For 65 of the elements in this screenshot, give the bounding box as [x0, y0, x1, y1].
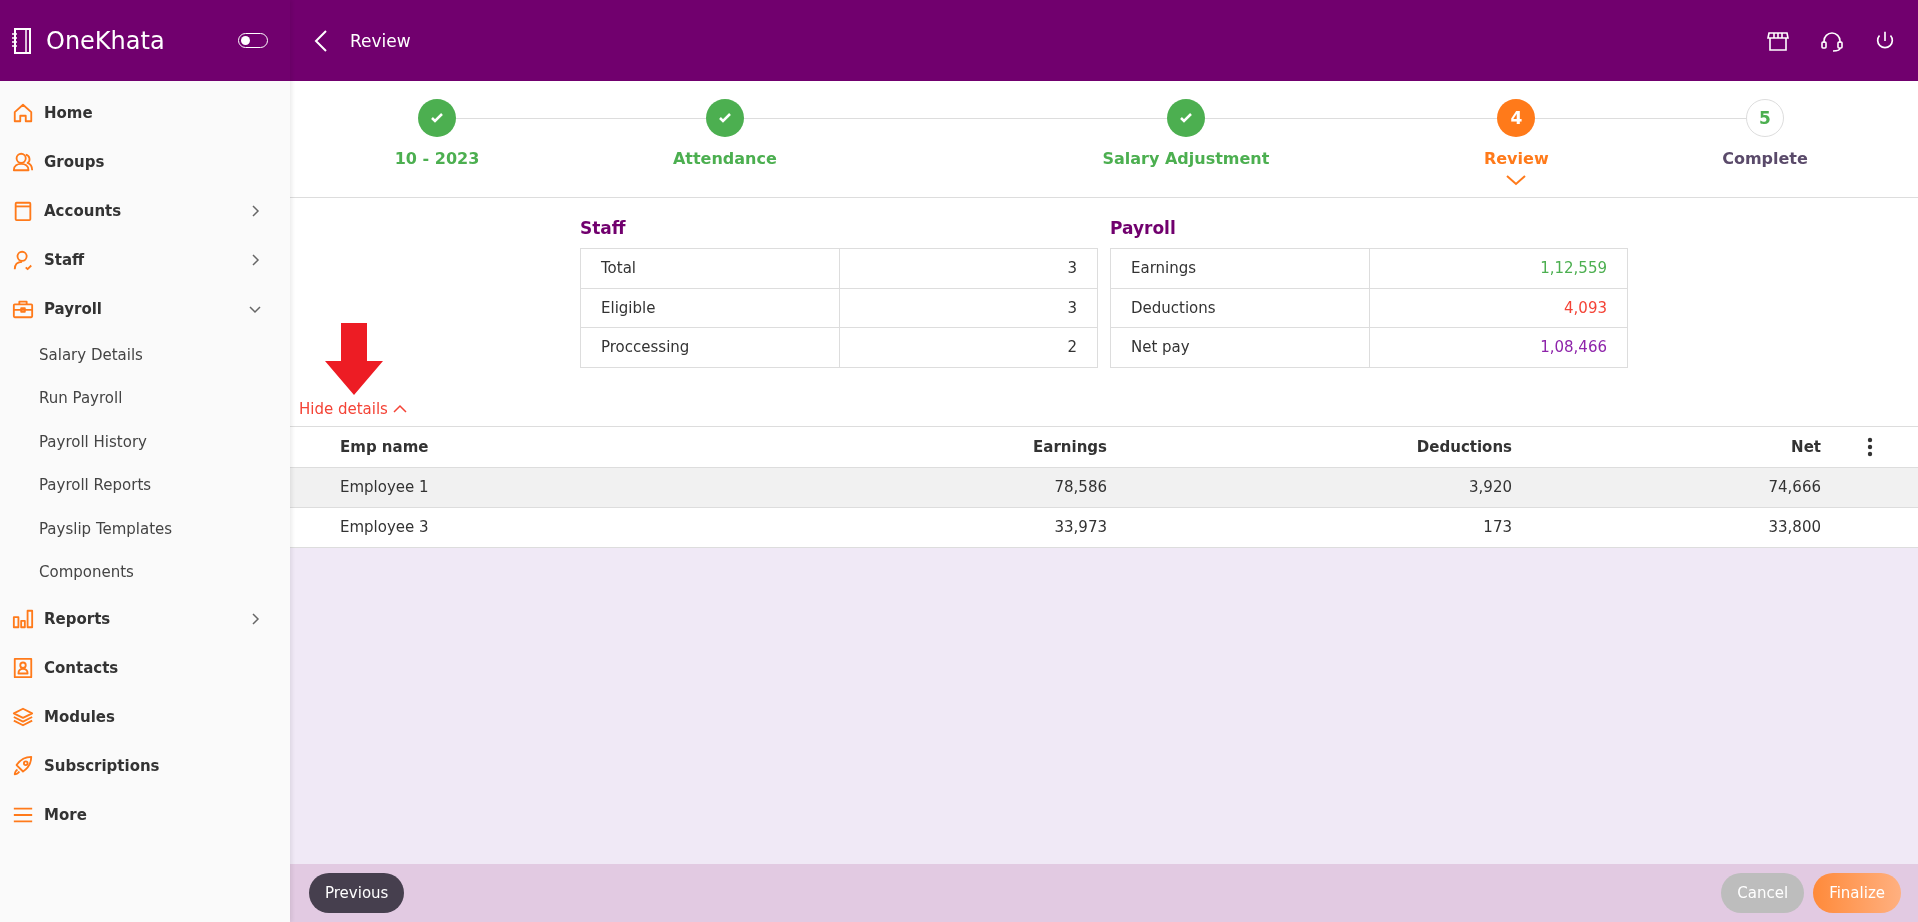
contact-card-icon [12, 656, 34, 679]
sidebar-item[interactable]: Accounts [0, 186, 290, 235]
table-cell-text: Earnings [1130, 258, 1198, 280]
sidebar-subitem[interactable]: Payslip Templates [0, 507, 290, 551]
chevron-up-icon [392, 403, 407, 414]
sidebar-item[interactable]: Subscriptions [0, 741, 290, 790]
sidebar-subitem[interactable]: Salary Details [0, 333, 290, 377]
table-cell: 4,093 [1369, 288, 1627, 328]
summary-title: Payroll [1110, 218, 1177, 240]
people-icon [12, 150, 34, 173]
person-check-icon [12, 248, 34, 271]
rocket-icon [12, 754, 34, 777]
table-cell-text: Eligible [600, 297, 657, 319]
column-header: Net [1790, 437, 1821, 456]
notebook-icon [12, 27, 32, 54]
table-cell-text: Proccessing [600, 337, 691, 359]
column-header: Earnings [1032, 437, 1107, 456]
sidebar-subitem[interactable]: Run Payroll [0, 376, 290, 420]
home-icon [12, 101, 34, 124]
hide-details-link[interactable]: Hide details [299, 399, 407, 418]
table-cell-text: 33,973 [1053, 518, 1107, 537]
table-cell: 2 [839, 328, 1097, 367]
table-cell-text: Total [600, 258, 638, 280]
table-row[interactable]: Employee 1 78,586 3,920 74,666 [290, 467, 1918, 507]
step-label[interactable]: Complete [1722, 149, 1808, 168]
page-title: Review [350, 30, 411, 51]
table-cell-text: Employee 1 [340, 478, 430, 497]
summary-title: Staff [580, 218, 627, 240]
table-cell: 3 [839, 249, 1097, 288]
table-cell: 3 [839, 288, 1097, 328]
book-icon [12, 199, 34, 222]
sidebar-item[interactable]: Reports [0, 594, 290, 643]
sidebar-item[interactable]: Payroll [0, 284, 290, 333]
table-cell-text: Net pay [1130, 337, 1191, 359]
table-cell-text: Deductions [1130, 297, 1217, 319]
layers-icon [12, 705, 34, 728]
down-arrow-icon [325, 322, 383, 395]
step-number: 4 [1497, 99, 1536, 137]
previous-button[interactable]: Previous [309, 873, 405, 913]
bar-chart-icon [12, 607, 34, 630]
table-cell: 1,08,466 [1369, 328, 1627, 367]
table-row[interactable]: Employee 3 33,973 173 33,800 [290, 506, 1918, 548]
table-cell-text: 33,800 [1767, 518, 1821, 537]
sidebar-item[interactable]: Staff [0, 235, 290, 284]
table-cell-text: 74,666 [1767, 478, 1821, 497]
sidebar-subitem[interactable]: Payroll History [0, 420, 290, 464]
table-cell-text: 78,586 [1053, 478, 1107, 497]
table-cell-text: 173 [1482, 518, 1512, 537]
sidebar-subitem[interactable]: Payroll Reports [0, 463, 290, 507]
column-header: Deductions [1415, 437, 1512, 456]
sidebar-item[interactable]: Modules [0, 692, 290, 741]
table-cell-text: Employee 3 [340, 518, 430, 537]
sidebar-item[interactable]: Contacts [0, 643, 290, 692]
table-cell-text: 3,920 [1468, 478, 1512, 497]
chevron-down-icon [1505, 174, 1528, 186]
sidebar-item[interactable]: More [0, 790, 290, 839]
step-number: 5 [1746, 99, 1784, 137]
table-cell: 1,12,559 [1369, 249, 1627, 288]
app-name: OneKhata [46, 26, 166, 55]
sidebar-subitem[interactable]: Components [0, 550, 290, 594]
back-icon[interactable] [314, 28, 328, 53]
more-options-icon[interactable] [1866, 436, 1873, 457]
sidebar-item[interactable]: Groups [0, 137, 290, 186]
column-header: Emp name [340, 437, 430, 456]
sidebar-item[interactable]: Home [0, 88, 290, 137]
